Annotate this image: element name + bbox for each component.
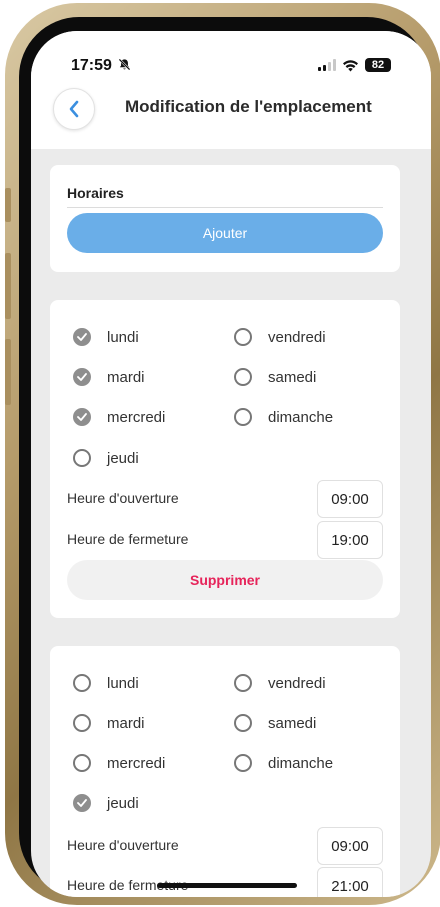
add-button[interactable]: Ajouter: [67, 213, 383, 253]
day-radio[interactable]: [73, 674, 91, 692]
day-radio[interactable]: [73, 408, 91, 426]
day-label: vendredi: [268, 674, 326, 692]
day-radio[interactable]: [73, 714, 91, 732]
day-option-mercredi[interactable]: mercredi: [73, 754, 165, 772]
day-label: mercredi: [107, 408, 166, 426]
day-option-samedi[interactable]: samedi: [234, 714, 316, 732]
divider: [67, 207, 383, 208]
closing-time-field[interactable]: 21:00: [317, 867, 383, 897]
schedule-card: lundi mardi mercredi jeudi vendredi same…: [50, 646, 400, 897]
day-radio[interactable]: [234, 714, 252, 732]
status-time: 17:59: [71, 57, 131, 75]
section-title: Horaires: [67, 185, 124, 201]
day-label: samedi: [268, 714, 317, 732]
day-radio[interactable]: [73, 754, 91, 772]
opening-time-label: Heure d'ouverture: [67, 837, 179, 853]
back-button[interactable]: [53, 88, 95, 130]
day-option-dimanche[interactable]: dimanche: [234, 408, 333, 426]
day-label: mercredi: [107, 754, 166, 772]
wifi-icon: [343, 59, 358, 71]
day-label: jeudi: [107, 794, 139, 812]
day-option-jeudi[interactable]: jeudi: [73, 794, 139, 812]
day-option-mardi[interactable]: mardi: [73, 368, 145, 386]
day-option-mercredi[interactable]: mercredi: [73, 408, 165, 426]
check-icon: [77, 333, 87, 341]
delete-button[interactable]: Supprimer: [67, 560, 383, 600]
check-icon: [77, 373, 87, 381]
day-label: samedi: [268, 368, 317, 386]
day-option-dimanche[interactable]: dimanche: [234, 754, 333, 772]
day-label: lundi: [107, 674, 139, 692]
opening-time-label: Heure d'ouverture: [67, 490, 179, 506]
volume-up-button: [5, 253, 11, 319]
check-icon: [77, 799, 87, 807]
battery-icon: 82: [365, 58, 391, 72]
day-radio[interactable]: [234, 368, 252, 386]
day-radio[interactable]: [73, 328, 91, 346]
day-label: mardi: [107, 714, 145, 732]
action-button: [5, 188, 11, 222]
status-indicators: 82: [318, 58, 391, 72]
day-option-vendredi[interactable]: vendredi: [234, 328, 326, 346]
page-title: Modification de l'emplacement: [125, 97, 372, 116]
day-option-lundi[interactable]: lundi: [73, 674, 139, 692]
schedule-card: lundi mardi mercredi jeudi vendredi same…: [50, 300, 400, 618]
day-radio[interactable]: [234, 674, 252, 692]
day-option-vendredi[interactable]: vendredi: [234, 674, 326, 692]
app-screen: 17:59 82 Modification de l'emplacement H…: [31, 31, 431, 897]
day-radio[interactable]: [73, 449, 91, 467]
day-option-lundi[interactable]: lundi: [73, 328, 139, 346]
day-label: mardi: [107, 368, 145, 386]
day-label: lundi: [107, 328, 139, 346]
day-radio[interactable]: [73, 368, 91, 386]
opening-time-field[interactable]: 09:00: [317, 480, 383, 518]
volume-down-button: [5, 339, 11, 405]
day-option-samedi[interactable]: samedi: [234, 368, 316, 386]
bell-slash-icon: [118, 58, 131, 71]
cellular-signal-icon: [318, 59, 336, 71]
day-label: dimanche: [268, 408, 334, 426]
closing-time-field[interactable]: 19:00: [317, 521, 383, 559]
day-radio[interactable]: [234, 408, 252, 426]
header: 17:59 82 Modification de l'emplacement: [31, 31, 431, 149]
chevron-left-icon: [69, 100, 79, 118]
closing-time-label: Heure de fermeture: [67, 531, 189, 547]
day-label: dimanche: [268, 754, 334, 772]
day-option-mardi[interactable]: mardi: [73, 714, 145, 732]
opening-time-field[interactable]: 09:00: [317, 827, 383, 865]
day-label: jeudi: [107, 449, 139, 467]
check-icon: [77, 413, 87, 421]
day-option-jeudi[interactable]: jeudi: [73, 449, 139, 467]
home-indicator[interactable]: [157, 883, 297, 888]
day-label: vendredi: [268, 328, 326, 346]
horaires-card: Horaires Ajouter: [50, 165, 400, 272]
day-radio[interactable]: [234, 328, 252, 346]
day-radio[interactable]: [73, 794, 91, 812]
day-radio[interactable]: [234, 754, 252, 772]
